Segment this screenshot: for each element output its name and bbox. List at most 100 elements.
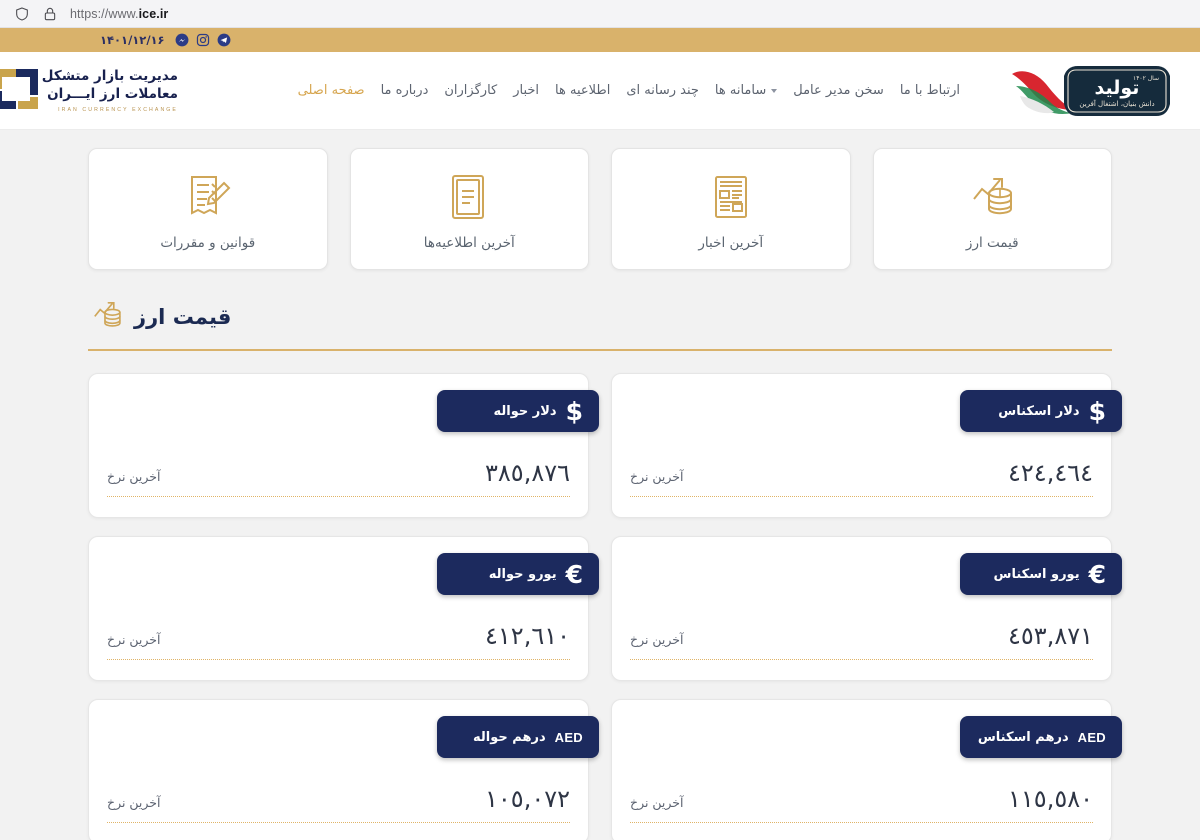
nav-label: سخن مدیر عامل <box>793 83 884 98</box>
nav-item-about[interactable]: درباره ما <box>381 83 429 98</box>
site-logo[interactable]: مدیریت بازار متشکل معاملات ارز ایـــران … <box>0 65 205 117</box>
dollar-symbol-icon: $ <box>1088 396 1106 426</box>
year-logo-subtitle: دانش بنیان، اشتغال آفرین <box>1079 99 1154 108</box>
divider <box>107 822 570 823</box>
rate-value: ١١٥,٥٨٠ <box>1008 785 1093 813</box>
euro-symbol-icon: € <box>1088 559 1106 589</box>
url-prefix: https://www. <box>70 6 139 21</box>
currency-price-grid: $ دلار اسکناس ٤٢٤,٤٦٤ آخرین نرخ $ دلار ح… <box>88 373 1122 840</box>
newspaper-icon <box>703 168 759 226</box>
price-card-body: ١١٥,٥٨٠ آخرین نرخ <box>630 785 1093 813</box>
currency-name: یورو اسکناس <box>993 566 1080 582</box>
brand-mark-icon <box>0 65 42 117</box>
url-domain: ice.ir <box>138 6 169 21</box>
quick-link-label: آخرین اخبار <box>698 234 764 251</box>
rate-value: ٤٥٣,٨٧١ <box>1008 622 1093 650</box>
price-card-usd-transfer[interactable]: $ دلار حواله ٣٨٥,٨٧٦ آخرین نرخ <box>88 373 599 518</box>
brand-line-2: معاملات ارز ایـــران <box>47 86 178 103</box>
price-card-aed-cash[interactable]: AED درهم اسکناس ١١٥,٥٨٠ آخرین نرخ <box>611 699 1122 840</box>
nav-label: درباره ما <box>380 83 429 98</box>
coins-trend-icon <box>964 168 1020 226</box>
price-card-eur-transfer[interactable]: € یورو حواله ٤١٢,٦١٠ آخرین نرخ <box>88 536 599 681</box>
rate-label: آخرین نرخ <box>630 469 684 484</box>
instagram-icon[interactable] <box>196 33 210 47</box>
nav-label: اخبار <box>513 83 540 98</box>
nav-item-ceo-message[interactable]: سخن مدیر عامل <box>793 83 884 98</box>
rate-value: ١٠٥,٠٧٢ <box>485 785 570 813</box>
brand-line-1: مدیریت بازار متشکل <box>41 68 178 85</box>
price-card-aed-transfer[interactable]: AED درهم حواله ١٠٥,٠٧٢ آخرین نرخ <box>88 699 599 840</box>
brand-text: مدیریت بازار متشکل معاملات ارز ایـــران … <box>42 67 178 113</box>
price-card-badge: € یورو حواله <box>437 553 599 595</box>
nav-item-systems[interactable]: سامانه ها <box>714 83 778 98</box>
quick-link-news[interactable]: آخرین اخبار <box>611 148 851 270</box>
currency-name: درهم اسکناس <box>977 729 1069 745</box>
year-slogan-logo: تولید دانش بنیان، اشتغال آفرین سال ۱۴۰۲ <box>1002 60 1180 122</box>
price-card-usd-cash[interactable]: $ دلار اسکناس ٤٢٤,٤٦٤ آخرین نرخ <box>611 373 1122 518</box>
quick-link-announcements[interactable]: آخرین اطلاعیه‌ها <box>349 148 589 270</box>
brand-subtitle: IRAN CURRENCY EXCHANGE <box>58 106 178 113</box>
chevron-down-icon <box>771 88 778 93</box>
section-title: قیمت ارز <box>134 305 232 329</box>
quick-link-label: قیمت ارز <box>965 234 1019 251</box>
year-logo-year: سال ۱۴۰۲ <box>1133 75 1159 82</box>
page-content: قوانین و مقررات آخرین اطلاعیه‌ها <box>0 130 1200 840</box>
telegram-icon[interactable] <box>217 33 231 47</box>
shield-icon <box>14 6 30 22</box>
price-card-badge: AED درهم اسکناس <box>960 716 1122 758</box>
dollar-symbol-icon: $ <box>565 396 583 426</box>
messenger-icon[interactable] <box>175 33 189 47</box>
euro-symbol-icon: € <box>565 559 583 589</box>
nav-label: صفحه اصلی <box>297 83 365 98</box>
nav-item-multimedia[interactable]: چند رسانه ای <box>626 83 699 98</box>
quick-link-currency-price[interactable]: قیمت ارز <box>872 148 1112 270</box>
price-card-badge: € یورو اسکناس <box>960 553 1122 595</box>
price-card-badge: $ دلار اسکناس <box>960 390 1122 432</box>
currency-name: دلار اسکناس <box>998 403 1080 419</box>
nav-label: چند رسانه ای <box>626 83 699 98</box>
rate-label: آخرین نرخ <box>107 632 161 647</box>
aed-symbol-icon: AED <box>1077 729 1106 745</box>
lock-icon <box>42 6 58 22</box>
rate-label: آخرین نرخ <box>107 469 161 484</box>
nav-item-brokers[interactable]: کارگزاران <box>444 83 497 98</box>
quick-links-row: قوانین و مقررات آخرین اطلاعیه‌ها <box>0 130 1200 270</box>
url-text: https://www.ice.ir <box>70 7 168 21</box>
rules-document-pencil-icon <box>180 168 236 226</box>
rate-label: آخرین نرخ <box>630 795 684 810</box>
nav-label: کارگزاران <box>444 83 498 98</box>
site-header: تولید دانش بنیان، اشتغال آفرین سال ۱۴۰۲ … <box>0 52 1200 130</box>
nav-label: اطلاعیه ها <box>555 83 611 98</box>
currency-name: یورو حواله <box>488 566 557 582</box>
nav-label: سامانه ها <box>714 83 767 98</box>
rate-label: آخرین نرخ <box>107 795 161 810</box>
nav-item-home[interactable]: صفحه اصلی <box>298 83 365 98</box>
top-utility-bar: ۱۴۰۱/۱۲/۱۶ <box>0 28 1200 52</box>
coins-trend-icon <box>88 296 126 338</box>
nav-item-news[interactable]: اخبار <box>513 83 539 98</box>
announcement-document-icon <box>441 168 497 226</box>
nav-item-announcements[interactable]: اطلاعیه ها <box>555 83 610 98</box>
quick-link-label: قوانین و مقررات <box>160 234 256 251</box>
divider <box>630 659 1093 660</box>
nav-item-contact[interactable]: ارتباط با ما <box>900 83 960 98</box>
currency-name: درهم حواله <box>473 729 546 745</box>
currency-name: دلار حواله <box>493 403 557 419</box>
price-card-body: ٣٨٥,٨٧٦ آخرین نرخ <box>107 459 570 487</box>
divider <box>107 659 570 660</box>
rate-value: ٤٢٤,٤٦٤ <box>1008 459 1093 487</box>
nav-label: ارتباط با ما <box>899 83 960 98</box>
browser-url-bar[interactable]: https://www.ice.ir <box>0 0 1200 28</box>
aed-symbol-icon: AED <box>554 729 583 745</box>
price-card-body: ٤٥٣,٨٧١ آخرین نرخ <box>630 622 1093 650</box>
rate-value: ٤١٢,٦١٠ <box>485 622 570 650</box>
price-card-badge: $ دلار حواله <box>437 390 599 432</box>
current-date: ۱۴۰۱/۱۲/۱۶ <box>100 33 165 47</box>
rate-label: آخرین نرخ <box>630 632 684 647</box>
quick-link-label: آخرین اطلاعیه‌ها <box>423 234 515 251</box>
price-card-body: ٤١٢,٦١٠ آخرین نرخ <box>107 622 570 650</box>
quick-link-rules[interactable]: قوانین و مقررات <box>88 148 328 270</box>
divider <box>630 496 1093 497</box>
price-card-eur-cash[interactable]: € یورو اسکناس ٤٥٣,٨٧١ آخرین نرخ <box>611 536 1122 681</box>
divider <box>630 822 1093 823</box>
